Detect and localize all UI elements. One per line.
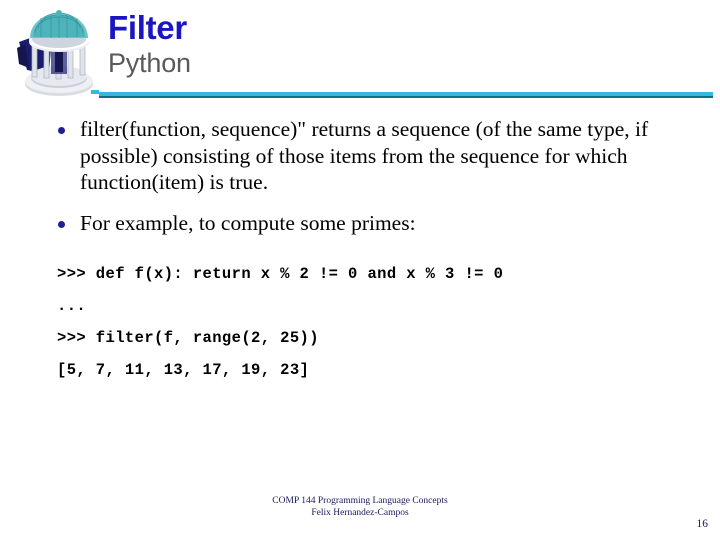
bullet-text: For example, to compute some primes:	[80, 210, 416, 235]
slide-header: Filter Python	[0, 0, 720, 104]
footer-course-line: COMP 144 Programming Language Concepts	[272, 496, 448, 506]
code-line: >>> filter(f, range(2, 25))	[57, 329, 319, 347]
page-subtitle: Python	[108, 48, 191, 78]
code-block: >>> def f(x): return x % 2 != 0 and x % …	[0, 258, 720, 386]
bullet-item: filter(function, sequence)" returns a se…	[0, 116, 720, 196]
code-line: >>> def f(x): return x % 2 != 0 and x % …	[57, 265, 504, 283]
slide-body: filter(function, sequence)" returns a se…	[0, 116, 720, 386]
code-line: [5, 7, 11, 13, 17, 19, 23]	[57, 361, 310, 379]
slide-footer: COMP 144 Programming Language Concepts F…	[0, 496, 720, 519]
page-number: 16	[696, 518, 709, 530]
header-divider	[99, 92, 713, 98]
bullet-dot-icon	[58, 210, 80, 228]
footer-author-line: Felix Hernandez-Campos	[311, 507, 409, 518]
page-title: Filter	[108, 9, 187, 46]
bullet-dot-icon	[58, 116, 80, 134]
code-line: ...	[57, 297, 87, 315]
presentation-slide: Filter Python filter(function, sequence)…	[0, 0, 720, 540]
title-block: Filter Python	[108, 10, 708, 79]
divider-bottom-stripe	[99, 96, 713, 98]
unc-old-well-logo	[11, 4, 99, 100]
bullet-item: For example, to compute some primes:	[0, 210, 720, 237]
bullet-text: filter(function, sequence)" returns a se…	[80, 117, 649, 194]
